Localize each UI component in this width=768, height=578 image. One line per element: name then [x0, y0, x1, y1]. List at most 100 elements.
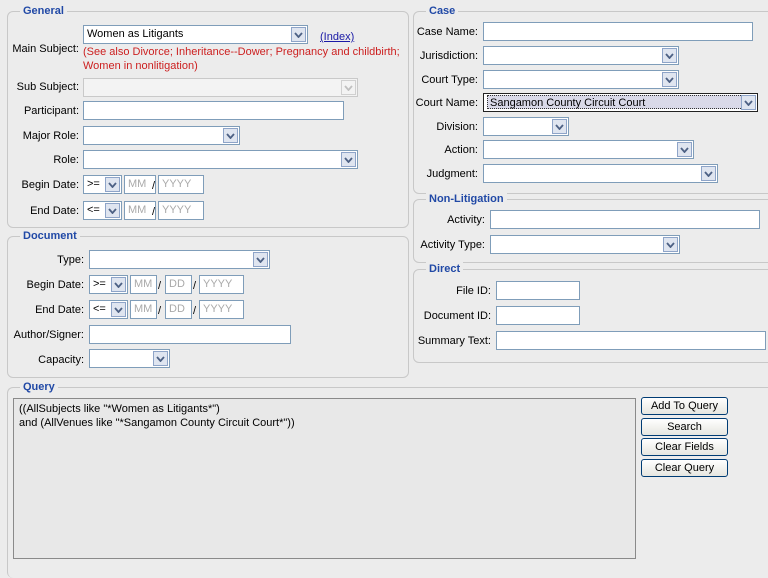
search-button[interactable]: Search [641, 418, 728, 436]
query-legend: Query [20, 380, 58, 394]
action-select[interactable] [483, 140, 694, 159]
sub-subject-label: Sub Subject: [16, 81, 79, 93]
participant-input[interactable] [83, 101, 344, 120]
chevron-down-icon [253, 252, 268, 267]
chevron-down-icon [663, 237, 678, 252]
chevron-down-icon [701, 166, 716, 181]
document-end-date-label: End Date: [35, 304, 84, 316]
document-end-day-input[interactable]: DD [165, 300, 192, 319]
major-role-label: Major Role: [22, 130, 79, 142]
court-name-value: Sangamon County Circuit Court [487, 95, 747, 109]
author-signer-label: Author/Signer: [13, 329, 84, 341]
activity-input[interactable] [490, 210, 760, 229]
court-type-label: Court Type: [421, 74, 478, 86]
general-begin-op-value: >= [87, 178, 100, 190]
author-signer-input[interactable] [89, 325, 291, 344]
action-label: Action: [444, 144, 478, 156]
sub-subject-select[interactable] [83, 78, 358, 97]
date-separator: / [152, 206, 156, 218]
query-text-area[interactable]: ((AllSubjects like "*Women as Litigants*… [13, 398, 636, 559]
document-type-label: Type: [57, 254, 84, 266]
document-end-year-input[interactable]: YYYY [199, 300, 244, 319]
general-end-op-value: <= [87, 204, 100, 216]
document-begin-date-label: Begin Date: [26, 279, 84, 291]
division-label: Division: [436, 121, 478, 133]
see-also-note-line2: Women in nonlitigation) [83, 60, 198, 72]
chevron-down-icon [153, 351, 168, 366]
activity-type-select[interactable] [490, 235, 680, 254]
general-end-op-select[interactable]: <= [83, 201, 122, 220]
general-begin-op-select[interactable]: >= [83, 175, 122, 194]
query-line-2: and (AllVenues like "*Sangamon County Ci… [19, 417, 295, 429]
chevron-down-icon [662, 48, 677, 63]
document-begin-op-value: >= [93, 278, 106, 290]
query-line-1: ((AllSubjects like "*Women as Litigants*… [19, 403, 220, 415]
role-select[interactable] [83, 150, 358, 169]
see-also-note-line1: (See also Divorce; Inheritance--Dower; P… [83, 46, 400, 58]
document-begin-year-input[interactable]: YYYY [199, 275, 244, 294]
chevron-down-icon [291, 27, 306, 42]
summary-text-input[interactable] [496, 331, 766, 350]
jurisdiction-label: Jurisdiction: [419, 50, 478, 62]
document-begin-day-input[interactable]: DD [165, 275, 192, 294]
role-label: Role: [53, 154, 79, 166]
main-subject-select[interactable]: Women as Litigants [83, 25, 308, 44]
case-legend: Case [426, 4, 459, 18]
chevron-down-icon [341, 80, 356, 95]
document-begin-op-select[interactable]: >= [89, 275, 128, 294]
date-separator: / [193, 280, 197, 292]
index-link[interactable]: (Index) [320, 30, 354, 44]
general-end-date-label: End Date: [30, 205, 79, 217]
date-separator: / [193, 305, 197, 317]
document-begin-month-input[interactable]: MM [130, 275, 157, 294]
document-id-label: Document ID: [423, 310, 491, 322]
main-subject-value: Women as Litigants [87, 28, 184, 40]
add-to-query-button[interactable]: Add To Query [641, 397, 728, 415]
chevron-down-icon [105, 203, 120, 218]
summary-text-label: Summary Text: [417, 335, 491, 347]
chevron-down-icon [111, 302, 126, 317]
case-name-label: Case Name: [416, 26, 478, 38]
general-legend: General [20, 4, 67, 18]
file-id-label: File ID: [456, 285, 491, 297]
chevron-down-icon [662, 72, 677, 87]
date-separator: / [158, 305, 162, 317]
chevron-down-icon [105, 177, 120, 192]
chevron-down-icon [741, 95, 756, 110]
activity-type-label: Activity Type: [420, 239, 485, 251]
general-begin-year-input[interactable]: YYYY [158, 175, 204, 194]
main-subject-label: Main Subject: [12, 43, 79, 55]
direct-legend: Direct [426, 262, 464, 276]
judgment-select[interactable] [483, 164, 718, 183]
general-begin-date-label: Begin Date: [21, 179, 79, 191]
date-separator: / [152, 180, 156, 192]
chevron-down-icon [111, 277, 126, 292]
jurisdiction-select[interactable] [483, 46, 679, 65]
case-name-input[interactable] [483, 22, 753, 41]
activity-label: Activity: [447, 214, 485, 226]
court-name-select[interactable]: Sangamon County Circuit Court [483, 93, 758, 112]
document-end-op-value: <= [93, 303, 106, 315]
chevron-down-icon [223, 128, 238, 143]
chevron-down-icon [677, 142, 692, 157]
court-type-select[interactable] [483, 70, 679, 89]
file-id-input[interactable] [496, 281, 580, 300]
capacity-select[interactable] [89, 349, 170, 368]
date-separator: / [158, 280, 162, 292]
document-end-month-input[interactable]: MM [130, 300, 157, 319]
judgment-label: Judgment: [426, 168, 478, 180]
general-end-year-input[interactable]: YYYY [158, 201, 204, 220]
chevron-down-icon [552, 119, 567, 134]
document-end-op-select[interactable]: <= [89, 300, 128, 319]
participant-label: Participant: [23, 105, 79, 117]
clear-fields-button[interactable]: Clear Fields [641, 438, 728, 456]
capacity-label: Capacity: [38, 354, 84, 366]
non-litigation-legend: Non-Litigation [426, 192, 507, 206]
document-type-select[interactable] [89, 250, 270, 269]
major-role-select[interactable] [83, 126, 240, 145]
clear-query-button[interactable]: Clear Query [641, 459, 728, 477]
court-name-label: Court Name: [415, 97, 478, 109]
division-select[interactable] [483, 117, 569, 136]
document-id-input[interactable] [496, 306, 580, 325]
chevron-down-icon [341, 152, 356, 167]
